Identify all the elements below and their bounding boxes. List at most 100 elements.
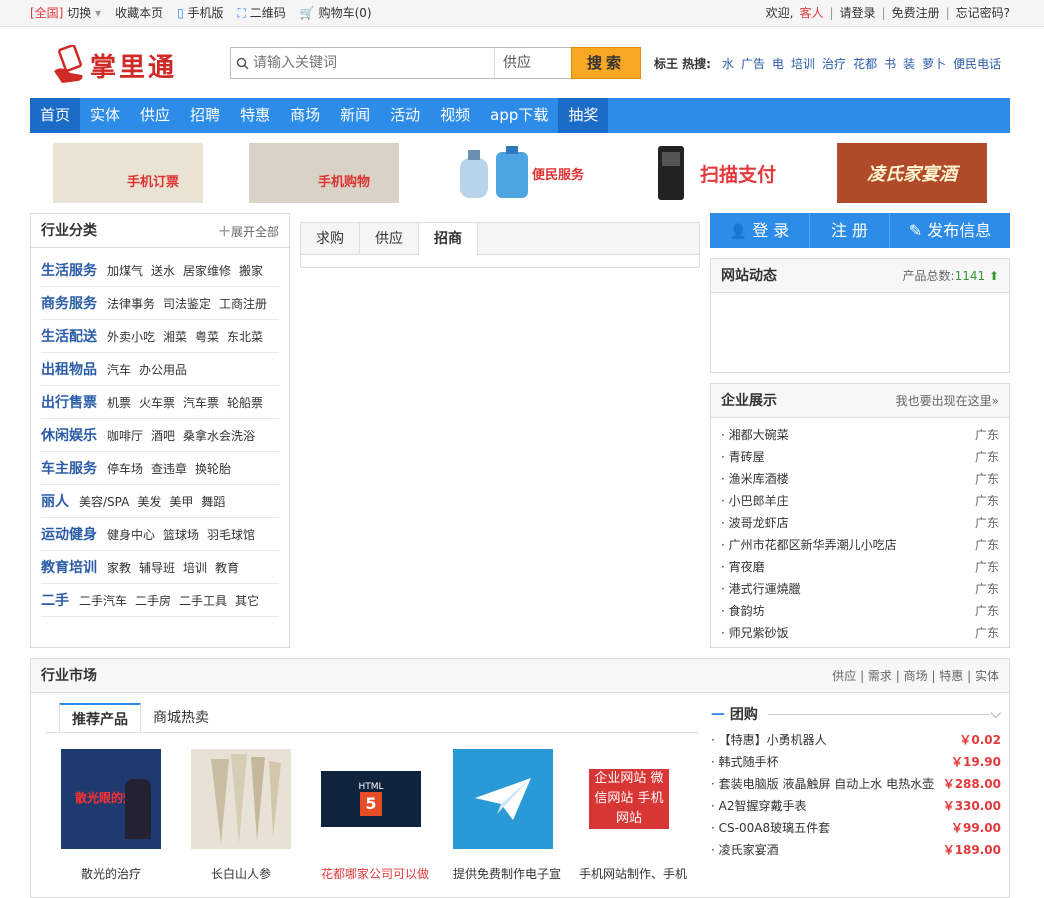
logo[interactable]: 掌里通 xyxy=(52,43,182,87)
region-switch[interactable]: [全国] 切换 ▾ xyxy=(30,0,101,27)
list-item[interactable]: · CS-00A8玻璃五件套 ￥99.00 xyxy=(711,817,1001,839)
list-item[interactable]: · 港式行運燒臘 广东 xyxy=(721,578,999,600)
bookmark-link[interactable]: 收藏本页 xyxy=(115,0,163,27)
nav-item-lottery[interactable]: 抽奖 xyxy=(558,98,609,133)
switch-link[interactable]: 切换 xyxy=(67,6,91,20)
company-name[interactable]: 波哥龙虾店 xyxy=(729,516,789,530)
nav-item-deals[interactable]: 特惠 xyxy=(230,98,280,133)
product-caption[interactable]: 长白山人参 xyxy=(191,865,291,882)
nav-item-home[interactable]: 首页 xyxy=(30,98,81,133)
category-item[interactable]: 办公用品 xyxy=(139,361,187,378)
company-name[interactable]: 渔米库酒楼 xyxy=(729,472,789,486)
product-image[interactable]: 企业网站 微信网站 手机网站 xyxy=(579,749,679,849)
category-item[interactable]: 二手房 xyxy=(135,592,171,609)
category-head[interactable]: 生活配送 xyxy=(41,326,97,346)
qrcode-link[interactable]: ⛶ 二维码 xyxy=(238,0,286,27)
product-image[interactable]: 散光眼的效果 xyxy=(61,749,161,849)
category-item[interactable]: 司法鉴定 xyxy=(163,295,211,312)
banner-liquor[interactable]: 凌氏家宴酒 xyxy=(837,143,987,203)
category-item[interactable]: 二手工具 xyxy=(179,592,227,609)
list-item[interactable]: · 师兄紫砂饭 广东 xyxy=(721,622,999,644)
product-image[interactable] xyxy=(453,749,553,849)
nav-item-video[interactable]: 视频 xyxy=(430,98,480,133)
category-item[interactable]: 汽车票 xyxy=(183,394,219,411)
category-item[interactable]: 教育 xyxy=(215,559,239,576)
market-link[interactable]: 需求 xyxy=(868,669,892,683)
hot-keyword[interactable]: 花都 xyxy=(853,55,877,72)
product-caption[interactable]: 提供免费制作电子宣 xyxy=(453,865,561,882)
groupbuy-name[interactable]: 凌氏家宴酒 xyxy=(719,843,779,857)
groupbuy-name[interactable]: CS-00A8玻璃五件套 xyxy=(719,821,830,835)
expand-all-button[interactable]: +展开全部 xyxy=(218,214,279,249)
forgot-password-link[interactable]: 忘记密码? xyxy=(956,0,1010,27)
login-button[interactable]: 👤 登 录 xyxy=(710,213,810,248)
tab-investment[interactable]: 招商 xyxy=(419,223,478,256)
qrcode-label[interactable]: 二维码 xyxy=(250,6,286,20)
company-name[interactable]: 港式行運燒臘 xyxy=(729,582,801,596)
category-head[interactable]: 出行售票 xyxy=(41,392,97,412)
product-caption[interactable]: 花都哪家公司可以做 xyxy=(321,865,429,882)
banner-shopping[interactable]: 手机购物 xyxy=(249,143,399,203)
hot-keyword[interactable]: 便民电话 xyxy=(953,55,1001,72)
list-item[interactable]: · 波哥龙虾店 广东 xyxy=(721,512,999,534)
hot-keyword[interactable]: 装 xyxy=(903,55,915,72)
category-item[interactable]: 工商注册 xyxy=(219,295,267,312)
login-link[interactable]: 请登录 xyxy=(840,0,876,27)
list-item[interactable]: · 凌氏家宴酒 ￥189.00 xyxy=(711,839,1001,861)
search-button[interactable]: 搜索 xyxy=(571,47,641,79)
product-image[interactable]: HTML 5 xyxy=(321,749,421,849)
category-head[interactable]: 生活服务 xyxy=(41,260,97,280)
category-item[interactable]: 美容/SPA xyxy=(79,493,129,510)
category-item[interactable]: 东北菜 xyxy=(227,328,263,345)
category-head[interactable]: 出租物品 xyxy=(41,359,97,379)
nav-item-events[interactable]: 活动 xyxy=(380,98,430,133)
product-card[interactable]: 提供免费制作电子宣 xyxy=(453,749,561,882)
groupbuy-name[interactable]: 套装电脑版 液晶触屏 自动上水 电热水壶 xyxy=(719,777,934,791)
list-item[interactable]: · A2智握穿戴手表 ￥330.00 xyxy=(711,795,1001,817)
product-card[interactable]: HTML 5 花都哪家公司可以做 xyxy=(321,749,429,882)
category-item[interactable]: 舞蹈 xyxy=(201,493,225,510)
hot-keyword[interactable]: 培训 xyxy=(791,55,815,72)
nav-item-supply[interactable]: 供应 xyxy=(130,98,180,133)
list-item[interactable]: · 宵夜磨 广东 xyxy=(721,556,999,578)
company-name[interactable]: 广州市花都区新华弄潮儿小吃店 xyxy=(729,538,897,552)
category-item[interactable]: 法律事务 xyxy=(107,295,155,312)
category-item[interactable]: 咖啡厅 xyxy=(107,427,143,444)
category-item[interactable]: 汽车 xyxy=(107,361,131,378)
category-item[interactable]: 二手汽车 xyxy=(79,592,127,609)
category-item[interactable]: 送水 xyxy=(151,262,175,279)
list-item[interactable]: · 韩式随手杯 ￥19.90 xyxy=(711,751,1001,773)
mobile-link[interactable]: ▯ 手机版 xyxy=(177,0,223,27)
list-item[interactable]: · 广州市花都区新华弄潮儿小吃店 广东 xyxy=(721,534,999,556)
category-item[interactable]: 居家维修 xyxy=(183,262,231,279)
category-item[interactable]: 篮球场 xyxy=(163,526,199,543)
banner-scanpay[interactable]: 扫描支付 xyxy=(641,143,791,203)
company-more-link[interactable]: 我也要出现在这里» xyxy=(896,384,999,418)
product-card[interactable]: 企业网站 微信网站 手机网站 手机网站制作、手机 xyxy=(579,749,687,882)
hot-keyword[interactable]: 水 xyxy=(722,55,734,72)
category-item[interactable]: 健身中心 xyxy=(107,526,155,543)
nav-item-jobs[interactable]: 招聘 xyxy=(180,98,230,133)
category-item[interactable]: 羽毛球馆 xyxy=(207,526,255,543)
list-item[interactable]: · 套装电脑版 液晶触屏 自动上水 电热水壶 ￥288.00 xyxy=(711,773,1001,795)
cart-label[interactable]: 购物车(0) xyxy=(319,6,372,20)
market-link[interactable]: 特惠 xyxy=(939,669,963,683)
category-item[interactable]: 美发 xyxy=(137,493,161,510)
category-head[interactable]: 商务服务 xyxy=(41,293,97,313)
category-item[interactable]: 桑拿水会洗浴 xyxy=(183,427,255,444)
category-item[interactable]: 辅导班 xyxy=(139,559,175,576)
banner-ticket[interactable]: 手机订票 xyxy=(53,143,203,203)
category-head[interactable]: 二手 xyxy=(41,590,69,610)
category-head[interactable]: 车主服务 xyxy=(41,458,97,478)
category-item[interactable]: 酒吧 xyxy=(151,427,175,444)
product-card[interactable]: 长白山人参 xyxy=(191,749,291,882)
company-name[interactable]: 青砖屋 xyxy=(729,450,765,464)
product-caption[interactable]: 手机网站制作、手机 xyxy=(579,865,687,882)
search-input[interactable] xyxy=(253,48,473,78)
category-item[interactable]: 机票 xyxy=(107,394,131,411)
category-item[interactable]: 粤菜 xyxy=(195,328,219,345)
tab-recommended[interactable]: 推荐产品 xyxy=(59,703,141,732)
banner-service[interactable]: 便民服务 xyxy=(445,143,595,203)
category-item[interactable]: 其它 xyxy=(235,592,259,609)
category-head[interactable]: 休闲娱乐 xyxy=(41,425,97,445)
